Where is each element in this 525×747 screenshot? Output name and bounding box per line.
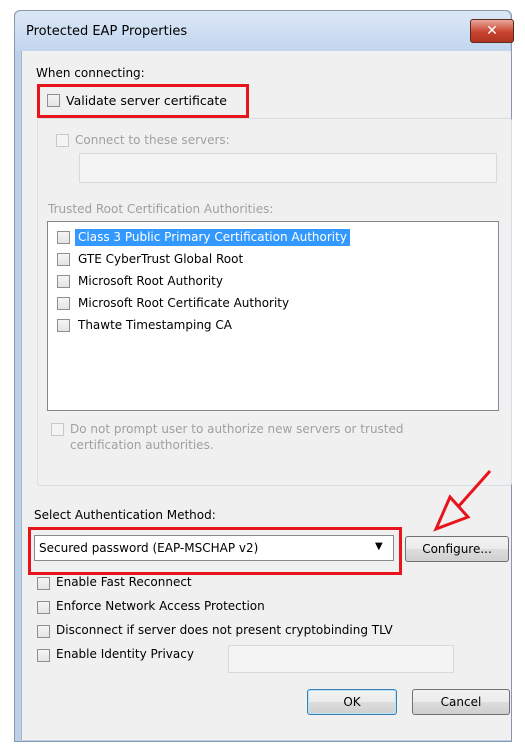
trusted-root-label: Microsoft Root Authority xyxy=(78,274,223,288)
trusted-roots-list[interactable] xyxy=(47,221,499,411)
window-title: Protected EAP Properties xyxy=(26,24,188,39)
list-item[interactable]: Class 3 Public Primary Certification Aut… xyxy=(54,229,374,247)
servers-input[interactable] xyxy=(79,153,497,183)
trusted-root-label: Class 3 Public Primary Certification Aut… xyxy=(75,229,350,246)
annotation-highlight-auth-method xyxy=(28,527,402,575)
trusted-root-checkbox[interactable] xyxy=(57,275,70,288)
when-connecting-label: When connecting: xyxy=(36,66,145,80)
enable-identity-privacy-checkbox[interactable] xyxy=(37,649,50,662)
annotation-arrow-icon xyxy=(433,470,492,532)
trusted-root-checkbox[interactable] xyxy=(57,253,70,266)
annotation-highlight-validate xyxy=(37,84,249,118)
enforce-nap-checkbox[interactable] xyxy=(37,601,50,614)
connect-to-servers-checkbox[interactable] xyxy=(56,134,69,147)
trusted-root-label: GTE CyberTrust Global Root xyxy=(78,252,244,266)
cancel-button-label: Cancel xyxy=(440,695,482,709)
do-not-prompt-label: Do not prompt user to authorize new serv… xyxy=(70,421,404,453)
disconnect-cryptobinding-checkbox[interactable] xyxy=(37,625,50,638)
connect-to-servers-label: Connect to these servers: xyxy=(75,133,230,147)
list-item[interactable]: Thawte Timestamping CA xyxy=(54,317,374,335)
ok-button-label: OK xyxy=(343,695,361,709)
trusted-root-label: Thawte Timestamping CA xyxy=(78,318,232,332)
do-not-prompt-line-2: certification authorities. xyxy=(70,438,214,452)
identity-privacy-input[interactable] xyxy=(228,645,454,673)
do-not-prompt-line-1: Do not prompt user to authorize new serv… xyxy=(70,422,404,436)
list-item[interactable]: GTE CyberTrust Global Root xyxy=(54,251,374,269)
trusted-roots-label: Trusted Root Certification Authorities: xyxy=(48,202,274,216)
enforce-nap-label: Enforce Network Access Protection xyxy=(56,599,265,613)
enable-fast-reconnect-label: Enable Fast Reconnect xyxy=(56,575,192,589)
trusted-root-checkbox[interactable] xyxy=(57,297,70,310)
auth-method-label: Select Authentication Method: xyxy=(34,508,216,522)
do-not-prompt-checkbox[interactable] xyxy=(51,423,64,436)
trusted-root-label: Microsoft Root Certificate Authority xyxy=(78,296,290,310)
trusted-root-checkbox[interactable] xyxy=(57,319,70,332)
configure-button[interactable]: Configure... xyxy=(405,536,509,562)
close-icon: ✕ xyxy=(486,23,498,39)
cancel-button[interactable]: Cancel xyxy=(412,689,510,715)
list-item[interactable]: Microsoft Root Certificate Authority xyxy=(54,295,374,313)
trusted-root-checkbox[interactable] xyxy=(57,231,70,244)
close-button[interactable]: ✕ xyxy=(470,19,514,43)
enable-fast-reconnect-checkbox[interactable] xyxy=(37,577,50,590)
configure-button-label: Configure... xyxy=(422,542,492,556)
ok-button[interactable]: OK xyxy=(307,689,397,715)
enable-identity-privacy-label: Enable Identity Privacy xyxy=(56,647,194,661)
disconnect-cryptobinding-label: Disconnect if server does not present cr… xyxy=(56,623,393,637)
list-item[interactable]: Microsoft Root Authority xyxy=(54,273,374,291)
